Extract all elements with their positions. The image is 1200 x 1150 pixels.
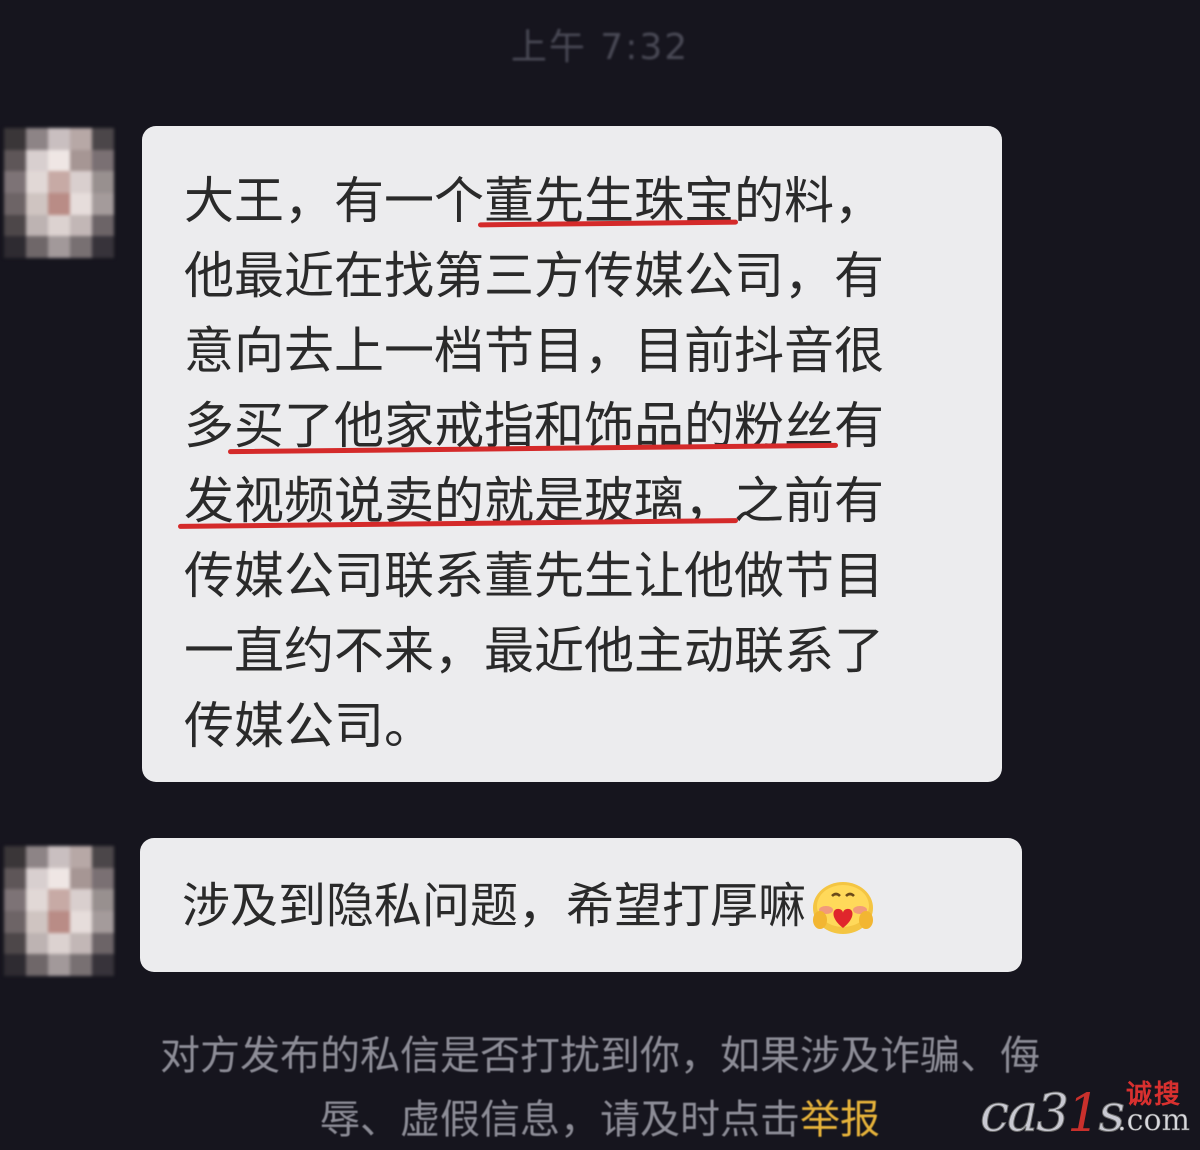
message-line: 大王，有一个董先生珠宝的料， — [184, 172, 884, 230]
report-link[interactable]: 举报 — [800, 1097, 880, 1143]
message-timestamp: 上午 7:32 — [510, 27, 690, 68]
highlighted-text: 发视频说卖的就是玻璃， — [184, 472, 734, 530]
message-line: 他最近在找第三方传媒公司，有 — [184, 247, 884, 305]
sender-avatar[interactable] — [4, 128, 114, 258]
message-line: 意向去上一档节目，目前抖音很 — [184, 322, 884, 380]
message-line: 一直约不来，最近他主动联系了 — [184, 622, 884, 680]
highlighted-text: 买了他家戒指和饰品的粉丝 — [234, 397, 834, 455]
watermark-domain: .com — [1117, 1103, 1190, 1139]
watermark-logo-text: ca31s — [979, 1084, 1125, 1145]
message-line: 传媒公司。 — [184, 697, 434, 755]
message-line: 发视频说卖的就是玻璃，之前有 — [184, 472, 884, 530]
highlighted-text: 董先生珠宝 — [484, 172, 734, 230]
message-bubble[interactable]: 涉及到隐私问题，希望打厚嘛 — [140, 838, 1022, 972]
message-text: 涉及到隐私问题，希望打厚嘛 — [182, 878, 807, 934]
chat-screen: 上午 7:32 大王，有一个董先生珠宝的料， 他最近在找第三方传媒公司，有 意向… — [0, 0, 1200, 1150]
blushing-heart-face-icon — [810, 876, 876, 936]
message-bubble[interactable]: 大王，有一个董先生珠宝的料， 他最近在找第三方传媒公司，有 意向去上一档节目，目… — [142, 126, 1002, 782]
sender-avatar[interactable] — [4, 846, 114, 976]
message-line: 多买了他家戒指和饰品的粉丝有 — [184, 397, 884, 455]
message-line: 传媒公司联系董先生让他做节目 — [184, 547, 884, 605]
site-watermark: 诚搜 ca31s .com — [979, 1074, 1190, 1145]
